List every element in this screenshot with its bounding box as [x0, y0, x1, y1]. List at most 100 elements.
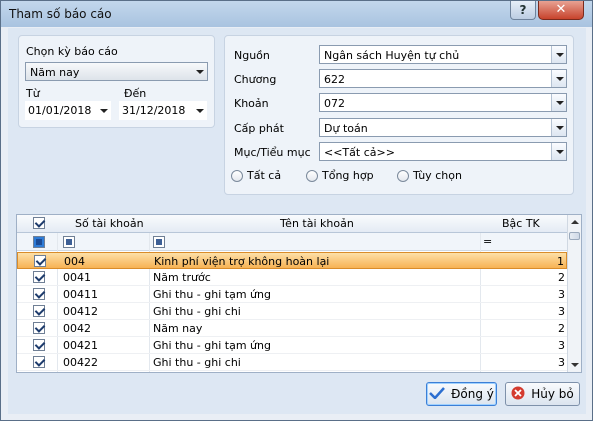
row-name: Năm nay: [153, 322, 203, 335]
filter-level-operator[interactable]: =: [483, 235, 492, 248]
cancel-icon: [511, 386, 525, 403]
chapter-label: Chương: [234, 73, 277, 86]
chevron-down-icon[interactable]: [193, 101, 207, 120]
row-account: 0041: [63, 271, 91, 284]
radio-custom-label: Tùy chọn: [413, 169, 462, 182]
table-row[interactable]: 0042 Năm nay 2: [17, 320, 567, 337]
filter-name-icon[interactable]: [153, 236, 165, 248]
chapter-select[interactable]: 622: [319, 69, 567, 88]
from-date-value: 01/01/2018: [28, 104, 92, 117]
window-title: Tham số báo cáo: [9, 7, 112, 21]
row-level: 3: [558, 288, 565, 301]
table-row[interactable]: 00421 Ghi thu - ghi tạm ứng 3: [17, 337, 567, 354]
source-select[interactable]: Ngân sách Huyện tự chủ: [319, 45, 567, 64]
ok-button-label: Đồng ý: [451, 387, 494, 401]
radio-circle-icon: [397, 169, 409, 182]
period-select-value: Năm nay: [30, 66, 80, 79]
help-button[interactable]: ?: [510, 1, 536, 20]
select-all-checkbox[interactable]: [33, 217, 45, 229]
row-checkbox[interactable]: [34, 255, 46, 267]
alloc-select[interactable]: Dự toán: [319, 118, 567, 137]
chevron-down-icon[interactable]: [97, 101, 111, 120]
radio-summary[interactable]: Tổng hợp: [306, 169, 374, 182]
ok-button[interactable]: Đồng ý: [426, 382, 497, 406]
radio-circle-icon: [306, 169, 318, 182]
chevron-down-icon: [192, 63, 207, 80]
to-date-value: 31/12/2018: [122, 104, 186, 117]
cancel-button-label: Hủy bỏ: [531, 387, 574, 401]
row-account: 00412: [63, 305, 98, 318]
scroll-thumb[interactable]: [569, 232, 580, 240]
table-row[interactable]: 006Dự toán vay nợ nước ngoài1: [17, 371, 567, 372]
sub-label: Mục/Tiểu mục: [234, 146, 311, 159]
radio-custom[interactable]: Tùy chọn: [397, 169, 462, 182]
item-value: 072: [324, 97, 345, 110]
chevron-down-icon: [551, 119, 566, 136]
row-checkbox[interactable]: [33, 271, 45, 283]
item-label: Khoản: [234, 97, 269, 110]
radio-all[interactable]: Tất cả: [231, 169, 281, 182]
row-checkbox[interactable]: [33, 356, 45, 368]
row-checkbox[interactable]: [33, 288, 45, 300]
title-bar[interactable]: Tham số báo cáo ? ✕: [1, 1, 592, 27]
chevron-down-icon: [551, 94, 566, 111]
chevron-down-icon: [551, 70, 566, 87]
row-level: 1: [557, 255, 564, 268]
row-name: Ghi thu - ghi chi: [153, 305, 241, 318]
period-select[interactable]: Năm nay: [25, 62, 208, 81]
radio-circle-icon: [231, 169, 243, 182]
period-label: Chọn kỳ báo cáo: [26, 45, 118, 58]
row-account: 00411: [63, 288, 98, 301]
table-row[interactable]: 0041 Năm trước 2: [17, 269, 567, 286]
row-account: 00421: [63, 339, 98, 352]
from-date-field[interactable]: 01/01/2018: [25, 101, 111, 120]
grid-header: Số tài khoản Tên tài khoản Bậc TK: [17, 215, 567, 233]
row-account: 00422: [63, 356, 98, 369]
chapter-value: 622: [324, 73, 345, 86]
table-row[interactable]: 004 Kinh phí viện trợ không hoàn lại 1: [17, 252, 567, 269]
sub-value: <<Tất cả>>: [324, 146, 395, 159]
dialog-window: Tham số báo cáo ? ✕ Chọn kỳ báo cáo Năm …: [0, 0, 593, 421]
row-name: Ghi thu - ghi tạm ứng: [153, 288, 271, 301]
close-button[interactable]: ✕: [538, 1, 584, 20]
filter-account-icon[interactable]: [63, 236, 75, 248]
sub-select[interactable]: <<Tất cả>>: [319, 142, 567, 161]
cancel-button[interactable]: Hủy bỏ: [505, 382, 580, 406]
filter-checkbox-icon[interactable]: [33, 236, 45, 248]
from-label: Từ: [26, 87, 40, 100]
table-row[interactable]: 00422 Ghi thu - ghi chi 3: [17, 354, 567, 371]
vertical-scrollbar[interactable]: [567, 215, 581, 372]
row-checkbox[interactable]: [33, 339, 45, 351]
scroll-up-icon[interactable]: [571, 220, 579, 224]
chevron-down-icon: [551, 46, 566, 63]
col-level-header[interactable]: Bậc TK: [502, 217, 540, 230]
to-date-field[interactable]: 31/12/2018: [119, 101, 207, 120]
row-name: Kinh phí viện trợ không hoàn lại: [154, 255, 330, 268]
table-row[interactable]: 00411 Ghi thu - ghi tạm ứng 3: [17, 286, 567, 303]
table-row[interactable]: 00412 Ghi thu - ghi chi 3: [17, 303, 567, 320]
chevron-down-icon: [551, 143, 566, 160]
to-label: Đến: [124, 87, 147, 100]
row-level: 3: [558, 305, 565, 318]
row-name: Ghi thu - ghi chi: [153, 356, 241, 369]
source-value: Ngân sách Huyện tự chủ: [324, 49, 460, 62]
item-select[interactable]: 072: [319, 93, 567, 112]
alloc-value: Dự toán: [324, 122, 368, 135]
grid-filter-row: =: [17, 233, 567, 251]
row-account: 004: [64, 255, 85, 268]
row-level: 2: [558, 322, 565, 335]
source-label: Nguồn: [234, 49, 270, 62]
row-name: Năm trước: [153, 271, 211, 284]
row-checkbox[interactable]: [33, 305, 45, 317]
accounts-grid: Số tài khoản Tên tài khoản Bậc TK = 004 K…: [16, 214, 582, 373]
row-level: 2: [558, 271, 565, 284]
row-checkbox[interactable]: [33, 322, 45, 334]
row-level: 3: [558, 339, 565, 352]
checkmark-icon: [429, 386, 446, 402]
row-name: Ghi thu - ghi tạm ứng: [153, 339, 271, 352]
row-account: 0042: [63, 322, 91, 335]
col-name-header[interactable]: Tên tài khoản: [280, 217, 354, 230]
col-account-header[interactable]: Số tài khoản: [75, 217, 144, 230]
scroll-down-icon[interactable]: [571, 363, 579, 367]
radio-summary-label: Tổng hợp: [322, 169, 374, 182]
